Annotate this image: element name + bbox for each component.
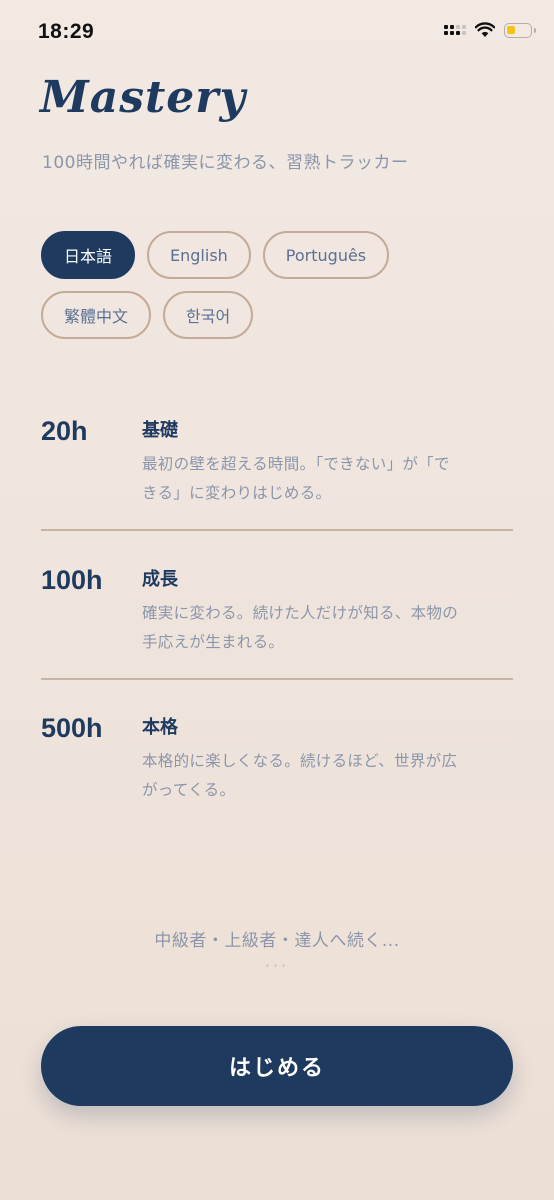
milestone-hours: 500h <box>41 713 103 743</box>
milestone-hours: 20h <box>41 416 88 446</box>
milestone-description-line: 本格的に楽しくなる。続けるほど、世界が広 <box>142 752 458 770</box>
milestone-description: 確実に変わる。続けた人だけが知る、本物の 手応えが生まれる。 <box>142 599 512 657</box>
wifi-icon <box>475 22 495 37</box>
divider <box>41 529 513 531</box>
status-icons <box>444 22 536 38</box>
milestone-hours: 100h <box>41 565 103 595</box>
milestone-description-line: 確実に変わる。続けた人だけが知る、本物の <box>142 604 459 622</box>
milestone-title: 成長 <box>142 569 178 590</box>
divider <box>41 678 513 680</box>
milestone-title: 本格 <box>142 717 178 738</box>
language-option-traditional-chinese[interactable]: 繁體中文 <box>41 291 152 339</box>
milestone-description-line: きる」に変わりはじめる。 <box>142 484 332 502</box>
start-button[interactable]: はじめる <box>41 1026 513 1106</box>
status-time: 18:29 <box>38 20 95 43</box>
milestone-description-line: 最初の壁を超える時間。「できない」が「で <box>142 455 450 473</box>
language-option-japanese[interactable]: 日本語 <box>41 231 136 279</box>
milestone-description-line: がってくる。 <box>142 781 236 799</box>
milestone-description: 本格的に楽しくなる。続けるほど、世界が広 がってくる。 <box>142 747 512 805</box>
language-option-english[interactable]: English <box>147 231 251 279</box>
app-title: Mastery <box>40 72 247 123</box>
language-option-portuguese[interactable]: Português <box>262 231 390 279</box>
more-levels-text: 中級者・上級者・達人へ続く... <box>154 931 400 951</box>
battery-icon <box>504 22 536 38</box>
status-bar: 18:29 <box>0 0 554 64</box>
app-subtitle: 100時間やれば確実に変わる、習熟トラッカー <box>42 153 409 173</box>
language-option-korean[interactable]: 한국어 <box>163 291 254 339</box>
milestone-description-line: 手応えが生まれる。 <box>142 633 285 651</box>
cellular-signal-icon <box>444 25 466 35</box>
milestone-title: 基礎 <box>142 420 178 441</box>
milestone-description: 最初の壁を超える時間。「できない」が「で きる」に変わりはじめる。 <box>142 450 512 508</box>
ellipsis-icon: ··· <box>264 956 290 975</box>
language-selector-row-1: 日本語 English Português <box>41 231 390 279</box>
language-selector-row-2: 繁體中文 한국어 <box>41 291 254 339</box>
